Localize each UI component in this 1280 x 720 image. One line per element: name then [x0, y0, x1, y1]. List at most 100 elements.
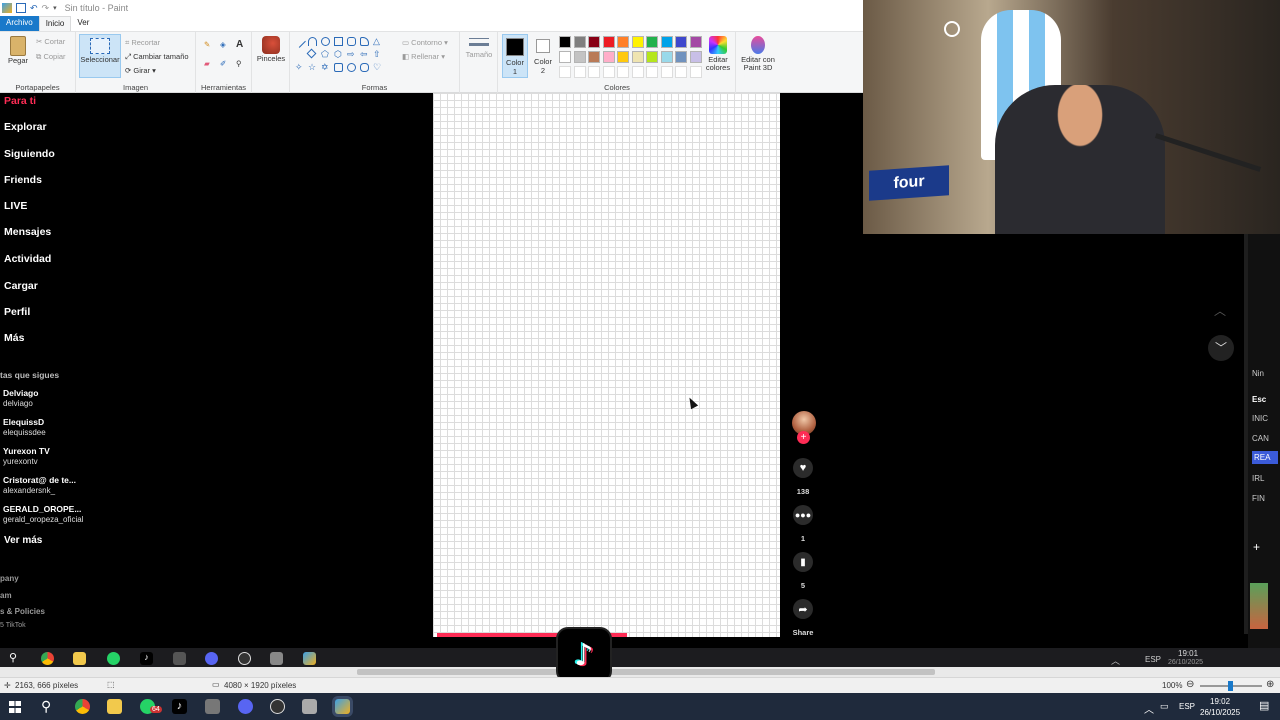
palette-swatch[interactable]: [660, 51, 673, 63]
heart-shape-icon[interactable]: ♡: [373, 63, 382, 72]
resize-button[interactable]: ⤢ Cambiar tamaño: [125, 52, 189, 62]
pentagon-shape-icon[interactable]: ⬠: [321, 50, 330, 59]
custom-color-slot[interactable]: [588, 66, 600, 78]
rounded-rect-shape-icon[interactable]: [347, 37, 356, 46]
inner-obs-icon[interactable]: [238, 652, 251, 665]
inner-chrome-icon[interactable]: [41, 652, 54, 665]
tab-home[interactable]: Inicio: [38, 16, 72, 31]
rotate-button[interactable]: ⟳ Girar ▾: [125, 66, 156, 75]
custom-color-slot[interactable]: [617, 66, 629, 78]
callout-oval-shape-icon[interactable]: [347, 63, 356, 72]
following-name[interactable]: GERALD_OROPE...: [3, 504, 81, 514]
star6-shape-icon[interactable]: ✡: [321, 63, 330, 72]
custom-color-slot[interactable]: [660, 66, 673, 78]
curve-shape-icon[interactable]: [308, 37, 317, 46]
add-icon[interactable]: +: [1253, 540, 1260, 554]
inner-discord-icon[interactable]: [205, 652, 218, 665]
palette-swatch[interactable]: [617, 36, 629, 48]
palette-swatch[interactable]: [631, 51, 644, 63]
size-button[interactable]: Tamaño: [463, 38, 495, 59]
app-icon[interactable]: [302, 699, 317, 714]
nav-activity[interactable]: Actividad: [4, 253, 51, 265]
nav-friends[interactable]: Friends: [4, 174, 42, 186]
palette-swatch[interactable]: [559, 51, 571, 63]
palette-swatch[interactable]: [631, 36, 644, 48]
search-icon[interactable]: ⚲: [41, 698, 51, 715]
arrow-left-shape-icon[interactable]: ⇦: [360, 50, 369, 59]
custom-color-slot[interactable]: [559, 66, 571, 78]
following-name[interactable]: Delviago: [3, 388, 38, 398]
footer-link[interactable]: s & Policies: [0, 607, 45, 616]
tab-view[interactable]: Ver: [71, 16, 95, 31]
network-icon[interactable]: ▭: [1160, 701, 1169, 712]
shapes-gallery[interactable]: △ ⬠ ⬡ ⇨ ⇦ ⇧ ✧ ☆ ✡ ♡: [293, 35, 395, 77]
following-name[interactable]: Yurexon TV: [3, 446, 50, 456]
line-shape-icon[interactable]: [293, 35, 306, 48]
zoom-out-button[interactable]: ⊖: [1186, 679, 1194, 690]
color2-button[interactable]: Color 2: [531, 34, 555, 75]
follow-plus-icon[interactable]: +: [797, 431, 810, 444]
rectangle-shape-icon[interactable]: [334, 37, 343, 46]
palette-swatch[interactable]: [588, 51, 600, 63]
fill-button[interactable]: ◧ Rellenar ▾: [402, 52, 445, 61]
arrow-up-shape-icon[interactable]: ⇧: [373, 50, 382, 59]
nav-for-you[interactable]: Para ti: [4, 95, 36, 107]
tray-time[interactable]: 19:02: [1210, 697, 1230, 706]
custom-color-slot[interactable]: [573, 66, 586, 78]
comment-button[interactable]: ●●●: [793, 505, 813, 525]
footer-link[interactable]: pany: [0, 574, 19, 583]
share-button[interactable]: ➦: [793, 599, 813, 619]
inner-tray-chevron-icon[interactable]: ︿: [1111, 654, 1120, 667]
cloud-shape-icon[interactable]: [360, 63, 369, 72]
oval-shape-icon[interactable]: [321, 37, 330, 46]
outline-button[interactable]: ▭ Contorno ▾: [402, 38, 448, 47]
palette-swatch[interactable]: [675, 36, 687, 48]
zoom-slider[interactable]: [1200, 681, 1262, 691]
palette-swatch[interactable]: [617, 51, 629, 63]
custom-color-slot[interactable]: [602, 66, 615, 78]
scrollbar-thumb[interactable]: [357, 669, 935, 675]
nav-more[interactable]: Más: [4, 332, 24, 344]
nav-upload[interactable]: Cargar: [4, 280, 38, 292]
windows-start-icon[interactable]: [9, 701, 21, 713]
cut-button[interactable]: ✂ Cortar: [36, 37, 65, 46]
palette-swatch[interactable]: [602, 36, 615, 48]
palette-swatch[interactable]: [675, 51, 687, 63]
save-icon[interactable]: [16, 3, 26, 13]
undo-icon[interactable]: ↶: [30, 3, 38, 14]
palette-swatch[interactable]: [646, 51, 658, 63]
tray-lang[interactable]: ESP: [1179, 702, 1195, 711]
crop-button[interactable]: ⌗ Recortar: [125, 38, 160, 48]
eraser-icon[interactable]: ▰: [204, 59, 210, 68]
scroll-up-button[interactable]: ︿: [1214, 302, 1226, 319]
side-tag-active[interactable]: REA: [1252, 451, 1279, 464]
scroll-down-button[interactable]: ﹀: [1208, 335, 1234, 361]
inner-search-icon[interactable]: ⚲: [9, 651, 17, 664]
arrow-right-shape-icon[interactable]: ⇨: [347, 50, 356, 59]
tray-chevron-icon[interactable]: ︿: [1144, 701, 1154, 716]
horizontal-scrollbar[interactable]: [0, 667, 1280, 677]
fill-icon[interactable]: ◈: [220, 40, 226, 49]
callout-rect-shape-icon[interactable]: [334, 63, 343, 72]
star5-shape-icon[interactable]: ☆: [308, 63, 317, 72]
zoom-in-button[interactable]: ⊕: [1266, 679, 1274, 690]
custom-color-slot[interactable]: [631, 66, 644, 78]
palette-swatch[interactable]: [573, 51, 586, 63]
discord-icon[interactable]: [238, 699, 253, 714]
palette-swatch[interactable]: [588, 36, 600, 48]
star4-shape-icon[interactable]: ✧: [295, 63, 304, 72]
inner-paint-icon[interactable]: [303, 652, 316, 665]
paste-button[interactable]: Pegar: [4, 36, 32, 65]
palette-swatch[interactable]: [689, 36, 702, 48]
color-picker-icon[interactable]: ✐: [220, 59, 226, 68]
redo-icon[interactable]: ↷: [42, 3, 50, 14]
color1-button[interactable]: Color 1: [502, 34, 528, 78]
palette-swatch[interactable]: [573, 36, 586, 48]
inner-app-icon[interactable]: [270, 652, 283, 665]
custom-color-slot[interactable]: [689, 66, 702, 78]
nav-live[interactable]: LIVE: [4, 200, 27, 212]
nav-explore[interactable]: Explorar: [4, 121, 47, 133]
palette-swatch[interactable]: [602, 51, 615, 63]
tray-date[interactable]: 26/10/2025: [1200, 708, 1240, 717]
notification-icon[interactable]: ▤: [1259, 699, 1269, 712]
